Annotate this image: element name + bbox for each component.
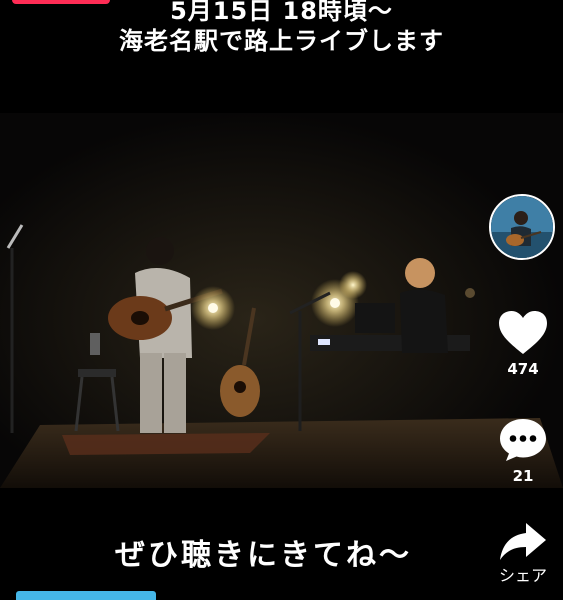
comment-bubble-icon	[500, 419, 546, 461]
share-button[interactable]: シェア	[483, 520, 563, 586]
video-frame[interactable]	[0, 113, 563, 488]
heart-icon	[499, 311, 547, 354]
overlay-caption-top: 5月15日 18時頃〜 海老名駅で路上ライブします	[0, 0, 563, 56]
share-arrow-icon	[500, 523, 546, 560]
creator-avatar[interactable]	[489, 194, 555, 260]
share-label: シェア	[498, 566, 547, 585]
overlay-caption-bottom: ぜひ聴きにきてね〜	[115, 538, 412, 573]
action-rail: 474 21 シェア	[483, 192, 563, 600]
comment-count: 21	[512, 467, 534, 485]
caption-line-location: 海老名駅で路上ライブします	[119, 27, 444, 55]
like-count: 474	[507, 360, 539, 378]
caption-line-date: 5月15日 18時頃〜	[170, 0, 393, 25]
comment-button[interactable]: 21	[483, 417, 563, 485]
avatar-image	[491, 196, 553, 258]
like-button[interactable]: 474	[483, 310, 563, 378]
concert-stage-image	[0, 113, 563, 488]
tag-chip[interactable]	[16, 591, 156, 600]
